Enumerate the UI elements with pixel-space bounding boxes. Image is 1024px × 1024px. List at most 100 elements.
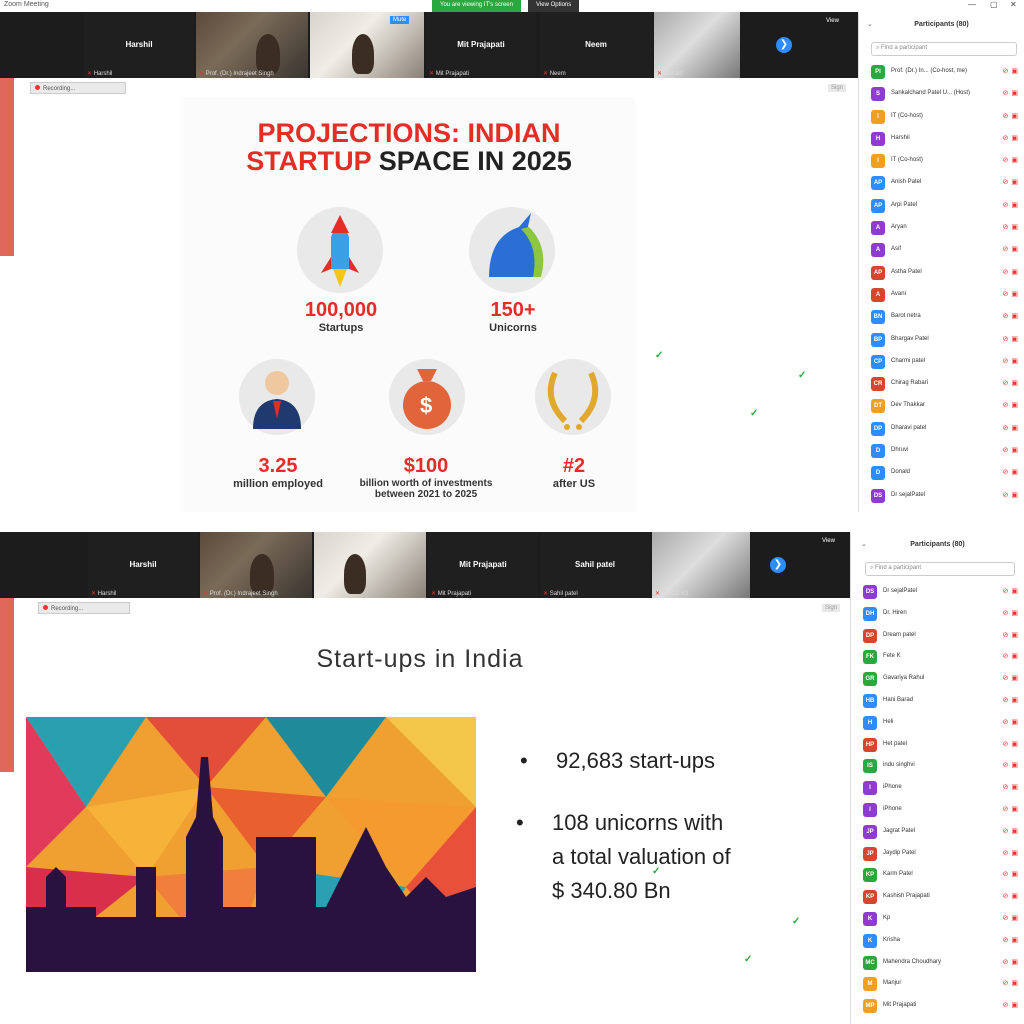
participant-row[interactable]: H Harshil ⊘ ▣ (859, 128, 1024, 150)
participant-name: Jaydip Patel (883, 849, 916, 856)
participant-row[interactable]: CP Charmi patel ⊘ ▣ (859, 351, 1024, 373)
participant-row[interactable]: MP Mit Prajapati ⊘ ▣ (851, 995, 1024, 1017)
participant-row[interactable]: KP Kashish Prajapati ⊘ ▣ (851, 886, 1024, 908)
participant-video (352, 34, 374, 74)
video-tile[interactable]: Prof. (Dr.) Indrajeet Singh (196, 12, 308, 78)
video-tile[interactable]: Prof. (Dr.) Indrajeet Singh (200, 532, 312, 598)
video-tile[interactable]: Mit Prajapati Mit Prajapati (426, 12, 536, 78)
participant-status-icons: ⊘ ▣ (1003, 446, 1019, 454)
participant-name: Krisha (883, 936, 901, 943)
video-tile[interactable]: Harshil Harshil (88, 532, 198, 598)
participant-row[interactable]: AP Astha Patel ⊘ ▣ (859, 262, 1024, 284)
close-icon[interactable]: ✕ (1010, 0, 1017, 9)
participant-video (256, 34, 280, 74)
video-tile[interactable]: Mit Prajapati Mit Prajapati (428, 532, 538, 598)
tile-label: Neem (543, 70, 566, 77)
participant-row[interactable]: FK Fete K ⊘ ▣ (851, 646, 1024, 668)
participant-row[interactable]: A Asif ⊘ ▣ (859, 239, 1024, 261)
video-tile[interactable]: POCO X3 (652, 532, 750, 598)
participants-title: Participants (80) (914, 21, 969, 28)
participant-row[interactable]: A Aryan ⊘ ▣ (859, 217, 1024, 239)
participant-row[interactable]: IiPhone ⊘ ▣ (851, 799, 1024, 821)
participant-video (250, 554, 274, 594)
video-tile[interactable]: Harshil Harshil (84, 12, 194, 78)
avatar: KP (863, 868, 877, 883)
recording-bar[interactable]: Recording... (38, 602, 130, 614)
participant-status-icons: ⊘ ▣ (1003, 401, 1019, 409)
video-tile[interactable]: Sahil patel Sahil patel (540, 532, 650, 598)
participant-status-icons: ⊘ ▣ (1003, 849, 1019, 857)
participant-row[interactable]: I IT (Co-host) ⊘ ▣ (859, 150, 1024, 172)
sign-button[interactable]: Sign (828, 84, 847, 92)
india-skyline-art (26, 717, 476, 972)
recording-bar[interactable]: Recording... (30, 82, 126, 94)
mic-muted-icon: ⊘ (1002, 491, 1009, 499)
participant-row[interactable]: H Heli ⊘ ▣ (851, 712, 1024, 734)
participant-name: IT (Co-host) (891, 112, 923, 119)
participant-row[interactable]: I IT (Co-host) ⊘ ▣ (859, 106, 1024, 128)
participant-row[interactable]: DH Dr. Hiren ⊘ ▣ (851, 603, 1024, 625)
slide-title: Start-ups in India (316, 645, 524, 673)
maximize-icon[interactable]: ▢ (990, 0, 998, 9)
view-button[interactable]: View (826, 18, 839, 24)
video-off-icon: ▣ (1011, 718, 1018, 726)
participant-name: Karm Patel (883, 871, 913, 878)
participant-row[interactable]: BP Bhargav Patel ⊘ ▣ (859, 329, 1024, 351)
participant-search-input[interactable]: ⌕ Find a participant (865, 562, 1015, 576)
video-off-icon: ▣ (1011, 805, 1018, 813)
participant-row[interactable]: AP Anish Patel ⊘ ▣ (859, 172, 1024, 194)
participant-row[interactable]: DT Dev Thakkar ⊘ ▣ (859, 395, 1024, 417)
participant-row[interactable]: MC Mahendra Choudhary ⊘ ▣ (851, 952, 1024, 974)
avatar: I (863, 802, 877, 817)
participant-row[interactable]: S Sankalchand Patel U... (Host) ⊘ ▣ (859, 83, 1024, 105)
participant-row[interactable]: D Donald ⊘ ▣ (859, 462, 1024, 484)
participant-row[interactable]: A Avani ⊘ ▣ (859, 284, 1024, 306)
participant-name: Mahendra Choudhary (883, 958, 942, 965)
participant-search-input[interactable]: ⌕ Find a participant (871, 42, 1017, 56)
headline-line1: PROJECTIONS: INDIAN (257, 118, 561, 148)
participant-row[interactable]: JP Jaydip Patel ⊘ ▣ (851, 843, 1024, 865)
participant-row[interactable]: IS indu singhvi ⊘ ▣ (851, 755, 1024, 777)
participant-status-icons: ⊘ ▣ (1003, 1001, 1019, 1009)
next-page-arrow-icon[interactable]: ❯ (776, 37, 792, 53)
participant-row[interactable]: IiPhone ⊘ ▣ (851, 777, 1024, 799)
tile-name: Harshil (129, 560, 157, 569)
participant-row[interactable]: GR Gavariya Rahul ⊘ ▣ (851, 668, 1024, 690)
video-tile[interactable]: Neem Neem (540, 12, 652, 78)
participant-row[interactable]: DP Dream patel ⊘ ▣ (851, 625, 1024, 647)
participant-row[interactable]: D Dhruvi ⊘ ▣ (859, 440, 1024, 462)
stat-value: 100,000 (304, 299, 378, 321)
participant-row[interactable]: M Manjur ⊘ ▣ (851, 973, 1024, 995)
mute-tag[interactable]: Mute (390, 16, 410, 24)
participant-row[interactable]: DS Dr sejalPatel ⊘ ▣ (851, 581, 1024, 603)
participant-row[interactable]: CR Chirag Rabari ⊘ ▣ (859, 373, 1024, 395)
participant-row[interactable]: JP Jagrat Patel ⊘ ▣ (851, 821, 1024, 843)
minimize-icon[interactable]: — (968, 0, 976, 9)
participant-list: PI Prof. (Dr.) In... (Co-host, me) ⊘ ▣ S Sank… (859, 61, 1024, 507)
participant-row[interactable]: K Krisha ⊘ ▣ (851, 930, 1024, 952)
video-tile[interactable] (314, 532, 426, 598)
participant-row[interactable]: HP Het patel ⊘ ▣ (851, 734, 1024, 756)
participant-row[interactable]: AP Arpi Patel ⊘ ▣ (859, 195, 1024, 217)
gallery-strip: ✋ Harshil Harshil Prof. (Dr.) Indrajeet … (0, 12, 858, 78)
participant-row[interactable]: HB Hani Barad ⊘ ▣ (851, 690, 1024, 712)
participant-row[interactable]: BN Barot netra ⊘ ▣ (859, 306, 1024, 328)
video-off-icon: ▣ (1011, 424, 1018, 432)
participant-row[interactable]: PI Prof. (Dr.) In... (Co-host, me) ⊘ ▣ (859, 61, 1024, 83)
side-strip (0, 78, 14, 256)
view-options-button[interactable]: View Options (528, 0, 580, 12)
mic-muted-icon: ⊘ (1002, 653, 1009, 661)
next-page-arrow-icon[interactable]: ❯ (770, 557, 786, 573)
video-tile[interactable]: Donald (654, 12, 740, 78)
participant-row[interactable]: KP Karm Patel ⊘ ▣ (851, 864, 1024, 886)
participant-row[interactable]: K Kp ⊘ ▣ (851, 908, 1024, 930)
video-off-icon: ▣ (1011, 179, 1018, 187)
view-button[interactable]: View (822, 538, 835, 544)
participant-row[interactable]: DP Dharavi patel ⊘ ▣ (859, 418, 1024, 440)
video-off-icon: ▣ (1011, 90, 1018, 98)
video-tile[interactable]: Mute (310, 12, 424, 78)
tile-label: Sahil patel (543, 590, 578, 597)
sign-button[interactable]: Sign (822, 604, 841, 612)
participant-row[interactable]: DS Dr sejalPatel ⊘ ▣ (859, 485, 1024, 507)
mic-muted-icon: ⊘ (1002, 958, 1009, 966)
